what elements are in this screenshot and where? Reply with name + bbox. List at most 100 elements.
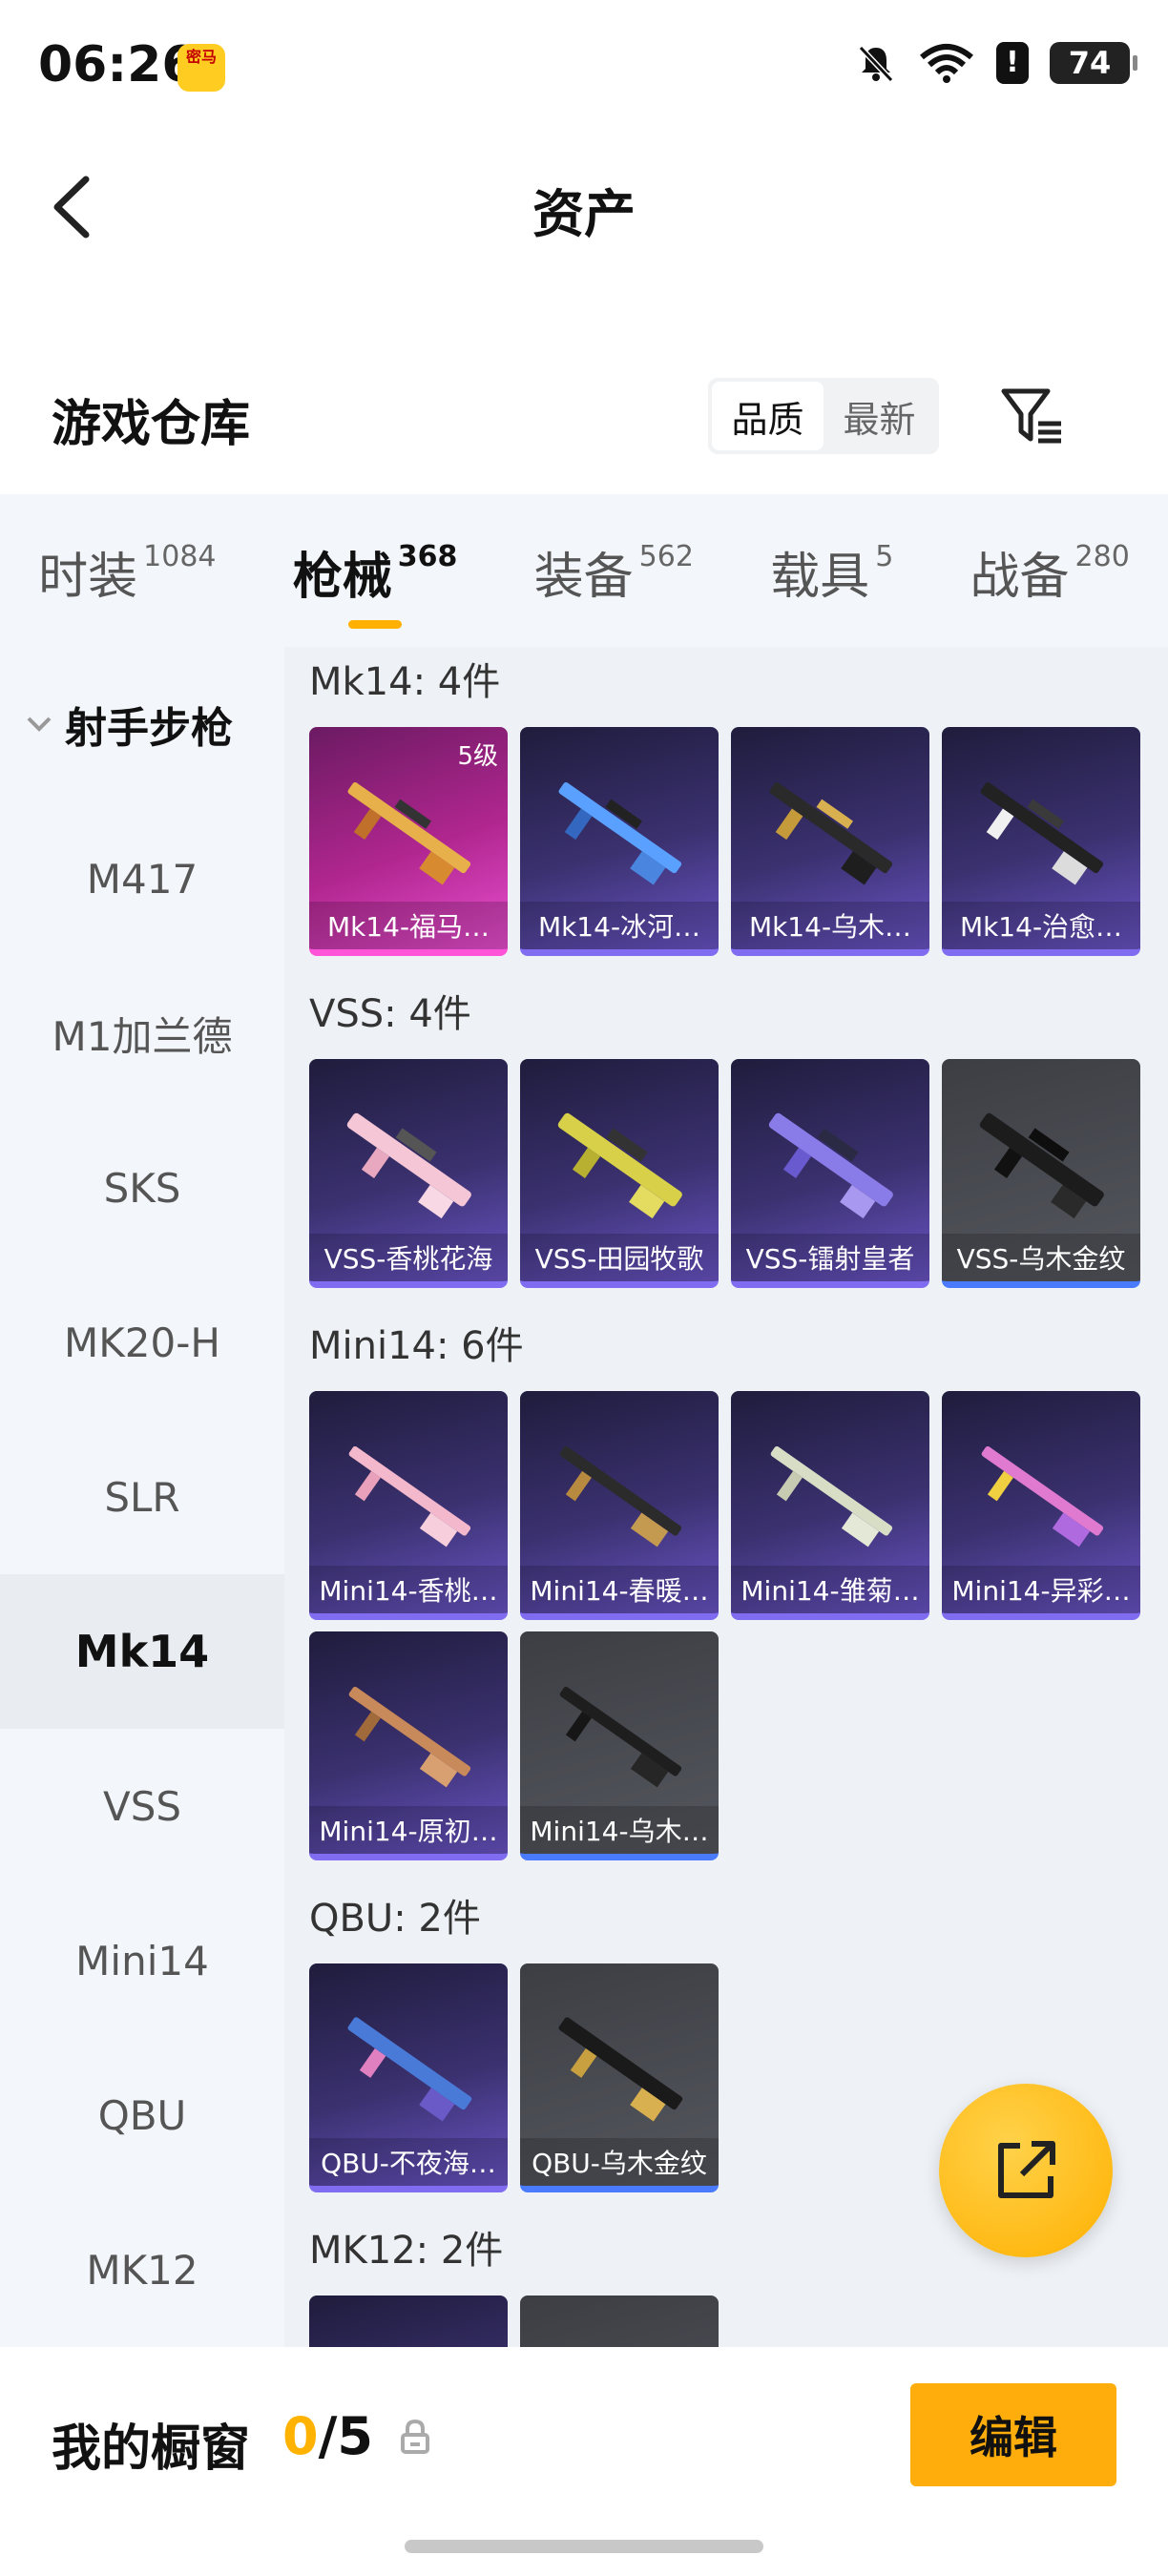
rifle-icon bbox=[559, 1686, 682, 1788]
tab-firearms[interactable]: 枪械 368 bbox=[292, 536, 457, 629]
tab-fashion[interactable]: 时装 1084 bbox=[38, 536, 216, 608]
showcase-label: 我的橱窗 bbox=[52, 2420, 251, 2478]
bell-muted-icon bbox=[858, 45, 894, 83]
alert-icon: ! bbox=[996, 42, 1029, 84]
sidebar-item-vss[interactable]: VSS bbox=[0, 1729, 284, 1883]
skin-name: Mini14-香桃… bbox=[309, 1566, 508, 1613]
sort-quality-option[interactable]: 品质 bbox=[712, 382, 824, 450]
sidebar-group-label: 射手步枪 bbox=[65, 704, 233, 753]
tab-count: 5 bbox=[875, 540, 894, 573]
tab-label: 装备 bbox=[533, 549, 634, 606]
skin-card[interactable]: QBU-乌木金纹 bbox=[520, 1963, 719, 2192]
app-badge-icon: 密马 bbox=[177, 44, 225, 92]
rifle-icon bbox=[768, 1112, 893, 1219]
skin-name: VSS-镭射皇者 bbox=[731, 1234, 929, 1281]
skin-card[interactable]: VSS-田园牧歌 bbox=[520, 1059, 719, 1288]
rifle-icon bbox=[979, 1112, 1104, 1219]
chevron-down-icon bbox=[27, 717, 52, 732]
rifle-icon bbox=[559, 1445, 682, 1548]
share-button[interactable] bbox=[939, 2084, 1113, 2257]
tab-label: 枪械 bbox=[292, 549, 392, 606]
skin-card[interactable]: Mk14-治愈… bbox=[942, 727, 1140, 956]
showcase-count: 0/5 bbox=[282, 2406, 373, 2466]
tab-count: 280 bbox=[1074, 540, 1130, 573]
skin-card[interactable]: Mini14-原初… bbox=[309, 1631, 508, 1860]
sidebar-item-mini14[interactable]: Mini14 bbox=[0, 1883, 284, 2038]
tab-label: 载具 bbox=[770, 549, 870, 606]
filter-icon[interactable] bbox=[1000, 385, 1065, 447]
skin-name: Mk14-福马… bbox=[309, 902, 508, 949]
battery-icon: 74 bbox=[1050, 42, 1137, 84]
sidebar-item-m1-garand[interactable]: M1加兰德 bbox=[0, 956, 284, 1111]
showcase-bar: 我的橱窗 0/5 编辑 bbox=[0, 2347, 1168, 2576]
rifle-icon bbox=[558, 2017, 683, 2122]
skin-card[interactable]: Mini14-乌木… bbox=[520, 1631, 719, 1860]
sidebar-item-mk20h[interactable]: MK20-H bbox=[0, 1265, 284, 1420]
skin-name: Mini14-雏菊… bbox=[731, 1566, 929, 1613]
showcase-separator: / bbox=[318, 2406, 338, 2466]
edit-button[interactable]: 编辑 bbox=[910, 2383, 1116, 2486]
tab-count: 562 bbox=[638, 540, 694, 573]
rifle-icon bbox=[347, 2017, 472, 2122]
home-indicator[interactable] bbox=[405, 2540, 763, 2553]
skin-name: VSS-乌木金纹 bbox=[942, 1234, 1140, 1281]
rifle-icon bbox=[348, 1686, 471, 1788]
skin-card[interactable]: Mini14-异彩… bbox=[942, 1391, 1140, 1620]
skin-card[interactable]: Mini14-雏菊… bbox=[731, 1391, 929, 1620]
showcase-current: 0 bbox=[282, 2406, 319, 2466]
status-time: 06:26 bbox=[38, 36, 197, 93]
rifle-icon bbox=[557, 1112, 682, 1219]
skin-card[interactable]: Mk14-乌木… bbox=[731, 727, 929, 956]
showcase-max: 5 bbox=[337, 2406, 373, 2466]
group-header-vss: VSS: 4件 bbox=[309, 992, 471, 1036]
skin-card[interactable]: Mini14-春暖… bbox=[520, 1391, 719, 1620]
sidebar-item-mk12[interactable]: MK12 bbox=[0, 2192, 284, 2347]
tab-count: 1084 bbox=[143, 540, 217, 573]
rifle-icon bbox=[558, 781, 682, 885]
skin-name: VSS-香桃花海 bbox=[309, 1234, 508, 1281]
status-bar: 06:26 密马 ! 74 bbox=[0, 0, 1168, 134]
skin-card[interactable]: 5级 Mk14-福马… bbox=[309, 727, 508, 956]
group-header-qbu: QBU: 2件 bbox=[309, 1897, 481, 1941]
lock-icon bbox=[401, 2419, 429, 2454]
skin-card[interactable] bbox=[309, 2296, 508, 2347]
skin-card[interactable]: VSS-镭射皇者 bbox=[731, 1059, 929, 1288]
section-title: 游戏仓库 bbox=[52, 396, 251, 453]
skin-name: Mini14-乌木… bbox=[520, 1806, 719, 1854]
system-icons: ! 74 bbox=[855, 42, 1137, 84]
rifle-icon bbox=[769, 781, 893, 885]
skin-card[interactable]: VSS-香桃花海 bbox=[309, 1059, 508, 1288]
sidebar-item-qbu[interactable]: QBU bbox=[0, 2038, 284, 2192]
sidebar-item-mk14[interactable]: Mk14 bbox=[0, 1574, 284, 1729]
sort-toggle: 品质 最新 bbox=[708, 378, 939, 454]
skin-card[interactable]: Mk14-冰河… bbox=[520, 727, 719, 956]
skin-name: Mini14-原初… bbox=[309, 1806, 508, 1854]
page-title: 资产 bbox=[532, 184, 636, 244]
category-tabs: 时装 1084 枪械 368 装备 562 载具 5 战备 280 bbox=[0, 494, 1168, 647]
active-tab-indicator bbox=[347, 620, 402, 629]
rifle-icon bbox=[981, 1445, 1104, 1548]
skin-name: QBU-乌木金纹 bbox=[520, 2138, 719, 2186]
rifle-icon bbox=[346, 1112, 471, 1219]
sidebar-group-marksman-rifles[interactable]: 射手步枪 bbox=[0, 647, 284, 801]
group-header-mini14: Mini14: 6件 bbox=[309, 1324, 524, 1368]
sidebar-item-m417[interactable]: M417 bbox=[0, 801, 284, 956]
tab-label: 战备 bbox=[970, 549, 1070, 606]
skin-card[interactable] bbox=[520, 2296, 719, 2347]
skin-card[interactable]: Mini14-香桃… bbox=[309, 1391, 508, 1620]
skin-name: Mk14-治愈… bbox=[942, 902, 1140, 949]
sort-newest-option[interactable]: 最新 bbox=[824, 382, 935, 450]
skin-card[interactable]: VSS-乌木金纹 bbox=[942, 1059, 1140, 1288]
sidebar-item-sks[interactable]: SKS bbox=[0, 1111, 284, 1265]
tab-vehicles[interactable]: 载具 5 bbox=[770, 536, 893, 608]
skin-name: Mk14-乌木… bbox=[731, 902, 929, 949]
skin-name: Mini14-异彩… bbox=[942, 1566, 1140, 1613]
skin-card[interactable]: QBU-不夜海… bbox=[309, 1963, 508, 2192]
rifle-icon bbox=[348, 1445, 471, 1548]
skin-name: VSS-田园牧歌 bbox=[520, 1234, 719, 1281]
skin-name: Mini14-春暖… bbox=[520, 1566, 719, 1613]
tab-tactical-gear[interactable]: 战备 280 bbox=[970, 536, 1130, 608]
tab-equipment[interactable]: 装备 562 bbox=[534, 536, 694, 608]
sidebar-item-slr[interactable]: SLR bbox=[0, 1420, 284, 1574]
skin-name: Mk14-冰河… bbox=[520, 902, 719, 949]
